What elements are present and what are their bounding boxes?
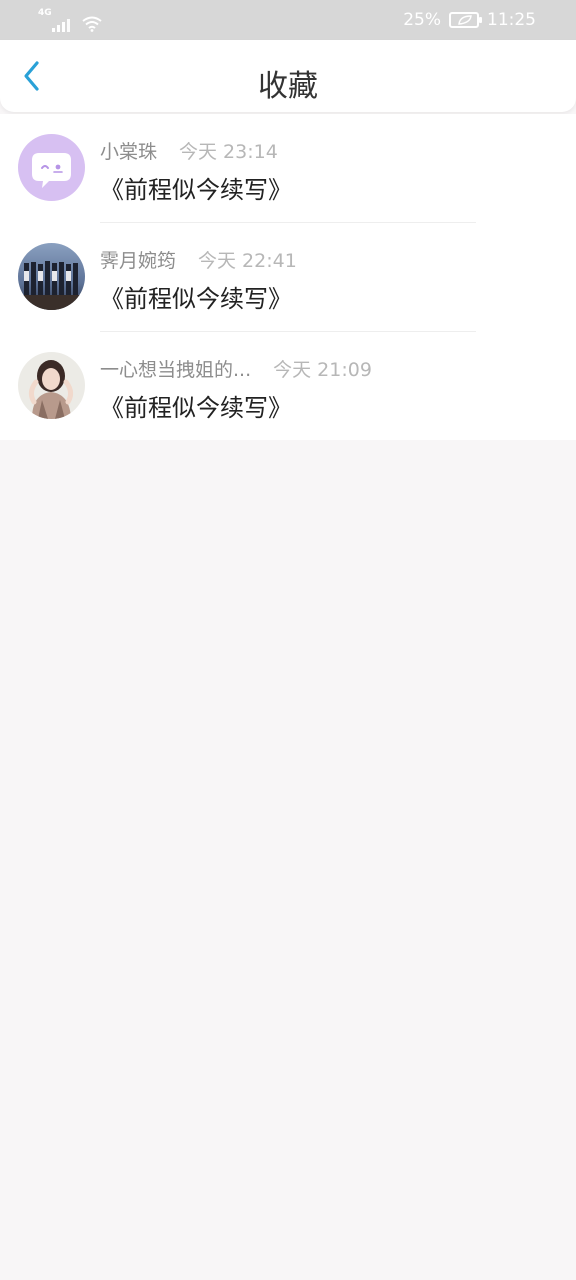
timestamp: 今天 23:14 — [179, 141, 278, 163]
author-name[interactable]: 一心想当拽姐的... — [100, 355, 251, 382]
portrait-avatar — [18, 352, 85, 419]
item-meta: 一心想当拽姐的... 今天 21:09 — [100, 355, 372, 382]
avatar[interactable] — [18, 243, 85, 310]
network-type: 4G — [38, 8, 52, 18]
nav-header: 收藏 — [0, 40, 576, 112]
leaf-icon — [458, 15, 472, 25]
page-title: 收藏 — [258, 69, 318, 104]
item-content[interactable]: 《前程似今续写》 — [100, 279, 292, 314]
favorites-list: 小棠珠 今天 23:14 《前程似今续写》 霁月婉筠 今天 22:41 《前程似… — [0, 114, 576, 440]
item-content[interactable]: 《前程似今续写》 — [100, 170, 292, 205]
battery-icon — [449, 12, 482, 28]
clock: 11:25 — [487, 10, 536, 30]
battery-percent: 25% — [403, 10, 441, 30]
wifi-icon — [82, 16, 102, 32]
chat-bubble-avatar-icon — [18, 134, 85, 201]
avatar[interactable] — [18, 352, 85, 419]
timestamp: 今天 22:41 — [198, 250, 297, 272]
group-photo-avatar — [18, 243, 85, 310]
item-meta: 霁月婉筠 今天 22:41 — [100, 246, 297, 273]
item-content[interactable]: 《前程似今续写》 — [100, 388, 292, 423]
timestamp: 今天 21:09 — [273, 359, 372, 381]
item-meta: 小棠珠 今天 23:14 — [100, 137, 278, 164]
status-right: 25% 11:25 — [403, 8, 536, 32]
signal-icon — [52, 16, 70, 32]
status-left: 4G — [38, 8, 102, 32]
list-item[interactable]: 一心想当拽姐的... 今天 21:09 《前程似今续写》 — [0, 332, 576, 440]
list-item[interactable]: 霁月婉筠 今天 22:41 《前程似今续写》 — [0, 223, 576, 332]
avatar[interactable] — [18, 134, 85, 201]
author-name[interactable]: 霁月婉筠 — [100, 246, 176, 273]
list-item[interactable]: 小棠珠 今天 23:14 《前程似今续写》 — [0, 114, 576, 223]
status-bar: 4G 25% 11:25 — [0, 0, 576, 40]
author-name[interactable]: 小棠珠 — [100, 137, 157, 164]
